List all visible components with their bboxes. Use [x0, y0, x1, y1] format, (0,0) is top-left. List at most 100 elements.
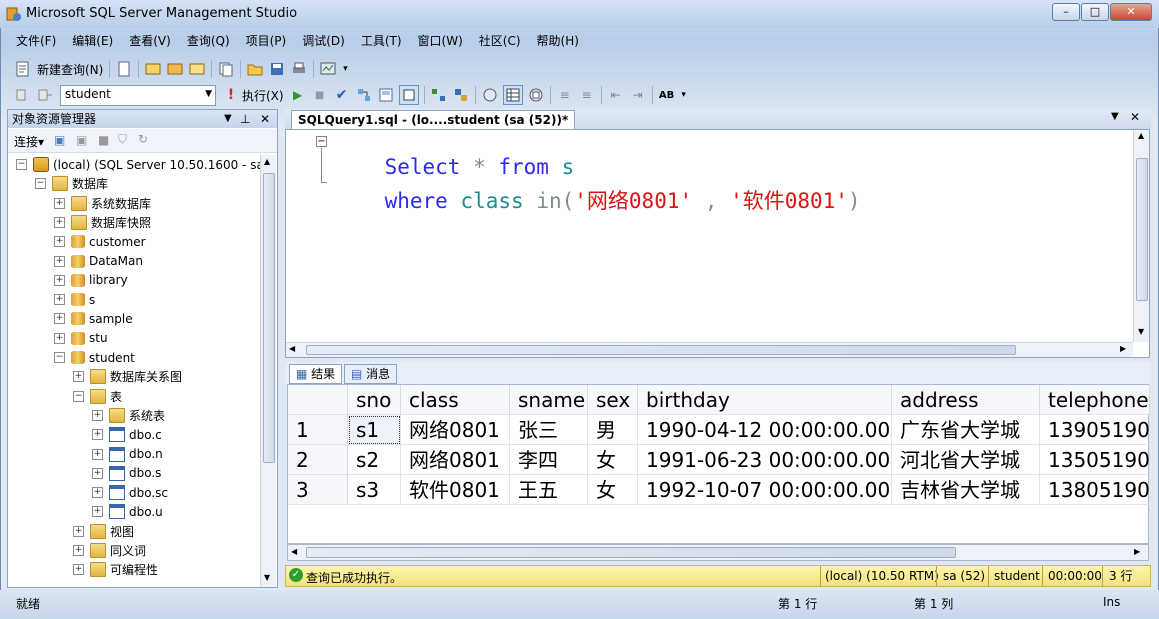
expand-icon[interactable]: + — [54, 255, 65, 267]
scroll-up-icon[interactable]: ▲ — [1138, 131, 1144, 140]
scroll-right-icon[interactable]: ▶ — [1134, 547, 1140, 556]
scroll-down-icon[interactable]: ▼ — [1138, 327, 1144, 336]
grid-cell[interactable]: s1 — [348, 415, 401, 445]
expand-icon[interactable]: + — [54, 274, 65, 286]
stop-icon[interactable]: ■ — [98, 133, 109, 147]
scroll-thumb[interactable] — [306, 547, 956, 558]
specify-values-ab-icon[interactable]: AB — [658, 86, 676, 104]
grid-cell[interactable]: 张三 — [510, 415, 588, 445]
menu-item-7[interactable]: 窗口(W) — [410, 30, 471, 52]
expand-icon[interactable]: + — [73, 525, 84, 537]
expand-icon[interactable]: + — [73, 564, 84, 576]
row-number[interactable]: 3 — [288, 475, 348, 505]
tree-node[interactable]: + 数据库快照 — [54, 213, 151, 232]
collapse-region-icon[interactable]: − — [316, 136, 327, 147]
new-query-button[interactable]: 新建查询(N) — [37, 61, 103, 78]
copy-icon[interactable] — [217, 60, 235, 78]
close-button[interactable]: ✕ — [1110, 3, 1152, 21]
maximize-button[interactable]: □ — [1081, 3, 1109, 21]
tab-list-dropdown-icon[interactable]: ▼ — [1111, 111, 1119, 122]
query-designer-icon[interactable] — [377, 86, 395, 104]
parse-checkmark-icon[interactable]: ✔ — [333, 86, 351, 104]
execute-button[interactable]: 执行(X) — [242, 87, 284, 104]
save-icon[interactable] — [268, 60, 286, 78]
expand-icon[interactable]: + — [92, 487, 103, 499]
client-statistics-icon[interactable] — [452, 86, 470, 104]
grid-cell[interactable]: 1990-04-12 00:00:00.000 — [638, 415, 892, 445]
collapse-icon[interactable]: − — [16, 159, 27, 170]
filter-icon[interactable]: ⛉ — [118, 132, 127, 147]
connect-button[interactable]: 连接▾ — [14, 133, 44, 150]
menu-item-4[interactable]: 项目(P) — [238, 30, 295, 52]
specify-template-values-icon[interactable] — [398, 85, 419, 105]
connect-icon[interactable] — [14, 86, 32, 104]
expand-icon[interactable]: + — [54, 236, 65, 248]
toolbar-overflow-icon[interactable]: ▾ — [680, 86, 688, 104]
expand-icon[interactable]: + — [92, 448, 103, 460]
object-explorer-scrollbar[interactable]: ▲ ▼ — [260, 155, 276, 587]
tree-node[interactable]: + dbo.sc — [92, 483, 168, 502]
comment-lines-icon[interactable]: ≡ — [556, 86, 574, 104]
expand-icon[interactable]: + — [54, 332, 65, 344]
tree-node[interactable]: + dbo.u — [92, 502, 163, 521]
tree-node[interactable]: + stu — [54, 329, 108, 348]
collapse-icon[interactable]: − — [54, 352, 65, 363]
menu-item-1[interactable]: 编辑(E) — [64, 30, 121, 52]
editor-hscrollbar[interactable]: ◀ ▶ — [286, 342, 1133, 357]
grid-hscrollbar[interactable]: ◀ ▶ — [287, 544, 1149, 561]
include-actual-plan-icon[interactable] — [430, 86, 448, 104]
tree-node[interactable]: + 同义词 — [73, 541, 146, 560]
display-estimated-plan-icon[interactable] — [355, 86, 373, 104]
expand-icon[interactable]: + — [54, 294, 65, 306]
expand-icon[interactable]: + — [73, 371, 84, 383]
grid-cell[interactable]: 广东省大学城 — [892, 415, 1040, 445]
tab-messages[interactable]: ▤ 消息 — [344, 364, 398, 384]
grid-cell[interactable]: 13905190321 — [1040, 415, 1150, 445]
tree-node[interactable]: + 数据库关系图 — [73, 367, 182, 386]
menu-item-5[interactable]: 调试(D) — [294, 30, 353, 52]
expand-icon[interactable]: + — [92, 429, 103, 441]
menu-item-3[interactable]: 查询(Q) — [179, 30, 238, 52]
open-folder-icon[interactable] — [246, 60, 264, 78]
menu-item-8[interactable]: 社区(C) — [471, 30, 529, 52]
scroll-thumb[interactable] — [263, 173, 275, 463]
expand-icon[interactable]: + — [54, 216, 65, 228]
menu-item-2[interactable]: 查看(V) — [121, 30, 179, 52]
scroll-thumb[interactable] — [1136, 158, 1148, 301]
tree-node[interactable]: + 视图 — [73, 522, 134, 541]
tree-node[interactable]: + dbo.s — [92, 464, 161, 483]
collapse-icon[interactable]: − — [35, 178, 46, 190]
grid-cell[interactable]: 1991-06-23 00:00:00.000 — [638, 445, 892, 475]
mdx-query-icon[interactable] — [144, 60, 162, 78]
new-query-icon[interactable] — [14, 60, 32, 78]
menu-item-9[interactable]: 帮助(H) — [529, 30, 587, 52]
toolbar-overflow-icon[interactable]: ▾ — [341, 60, 349, 78]
xmla-query-icon[interactable] — [188, 60, 206, 78]
grid-cell[interactable]: 王五 — [510, 475, 588, 505]
tree-node[interactable]: − 表 — [73, 387, 122, 406]
row-number[interactable]: 1 — [288, 415, 348, 445]
results-to-grid-icon[interactable] — [502, 85, 523, 105]
refresh-icon[interactable]: ↻ — [138, 132, 148, 146]
print-icon[interactable] — [290, 60, 308, 78]
expand-icon[interactable]: + — [54, 313, 65, 325]
decrease-indent-icon[interactable]: ⇤ — [607, 86, 625, 104]
panel-dropdown-icon[interactable]: ▼ — [224, 110, 232, 128]
grid-cell[interactable]: 女 — [588, 445, 638, 475]
database-selector[interactable]: student ▼ — [60, 84, 216, 106]
grid-corner[interactable] — [288, 385, 348, 415]
tree-node[interactable]: + sample — [54, 309, 133, 328]
grid-cell[interactable]: s2 — [348, 445, 401, 475]
column-header[interactable]: telephone — [1040, 385, 1150, 415]
column-header[interactable]: sno — [348, 385, 401, 415]
expand-icon[interactable]: + — [92, 409, 103, 421]
minimize-button[interactable]: – — [1052, 3, 1080, 21]
tree-node[interactable]: + dbo.c — [92, 425, 162, 444]
grid-cell[interactable]: 软件0801 — [401, 475, 510, 505]
results-to-text-icon[interactable] — [481, 86, 499, 104]
tree-node[interactable]: + 系统表 — [92, 406, 165, 425]
column-header[interactable]: sex — [588, 385, 638, 415]
tree-node[interactable]: + s — [54, 290, 95, 309]
tab-sqlquery1[interactable]: SQLQuery1.sql - (lo....student (sa (52))… — [291, 110, 576, 129]
tree-node[interactable]: − (local) (SQL Server 10.50.1600 - sa) — [16, 155, 260, 174]
